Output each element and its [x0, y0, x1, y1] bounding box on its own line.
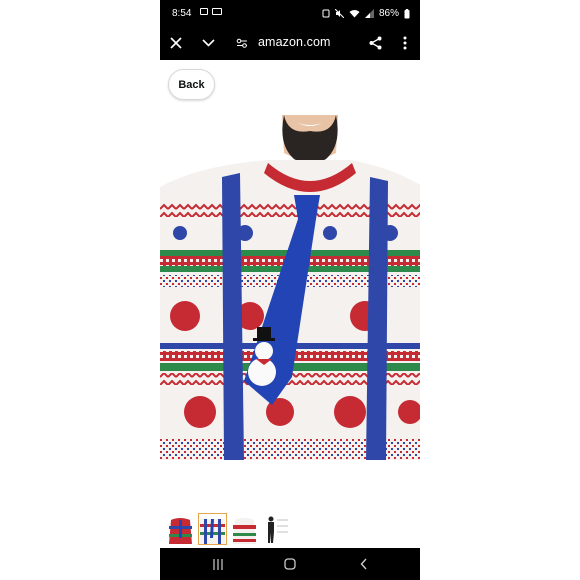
tune-icon [236, 38, 247, 48]
back-button[interactable]: Back [168, 69, 215, 100]
chevron-down-icon [201, 39, 215, 47]
page-content: Back [160, 60, 420, 548]
nav-back-button[interactable] [352, 556, 376, 572]
size-chart-thumb [268, 516, 288, 543]
sweater-front-thumb [169, 518, 192, 544]
close-icon [170, 37, 182, 49]
share-icon [369, 36, 381, 50]
android-nav-bar [160, 548, 420, 580]
more-vert-icon [403, 36, 407, 50]
product-image[interactable] [160, 115, 420, 460]
recents-button[interactable] [206, 556, 230, 572]
home-button[interactable] [278, 556, 302, 572]
tie-knot [294, 195, 320, 219]
status-time: 8:54 [172, 8, 192, 19]
recents-icon [213, 558, 223, 570]
home-icon [284, 558, 296, 570]
status-system-icons: 86% [322, 8, 410, 19]
collapse-button[interactable] [198, 33, 218, 53]
sweater-back-thumb [233, 518, 256, 544]
sweater-closeup-thumb [200, 519, 225, 544]
thumbnail-size-chart[interactable] [262, 513, 291, 545]
thumbnail-back[interactable] [230, 513, 259, 545]
close-tab-button[interactable] [166, 33, 186, 53]
sim-icon [212, 8, 222, 15]
alarm-icon [322, 9, 330, 18]
thumbnail-strip [166, 513, 291, 545]
browser-toolbar: amazon.com [160, 26, 420, 60]
status-notification-icons [200, 8, 222, 15]
share-button[interactable] [365, 33, 385, 53]
site-settings-button[interactable] [232, 33, 252, 53]
phone-screen: 8:54 86% amazon.com Back [160, 0, 420, 580]
back-icon [360, 558, 367, 570]
more-options-button[interactable] [395, 33, 415, 53]
image-icon [200, 8, 208, 15]
url-text[interactable]: amazon.com [258, 35, 331, 49]
thumbnail-front[interactable] [166, 513, 195, 545]
wifi-icon [349, 10, 360, 18]
status-bar: 8:54 86% [160, 0, 420, 26]
battery-percent: 86% [378, 8, 399, 19]
thumbnail-closeup[interactable] [198, 513, 227, 545]
mute-icon [334, 9, 344, 18]
signal-icon [364, 9, 374, 18]
battery-icon [404, 8, 410, 18]
